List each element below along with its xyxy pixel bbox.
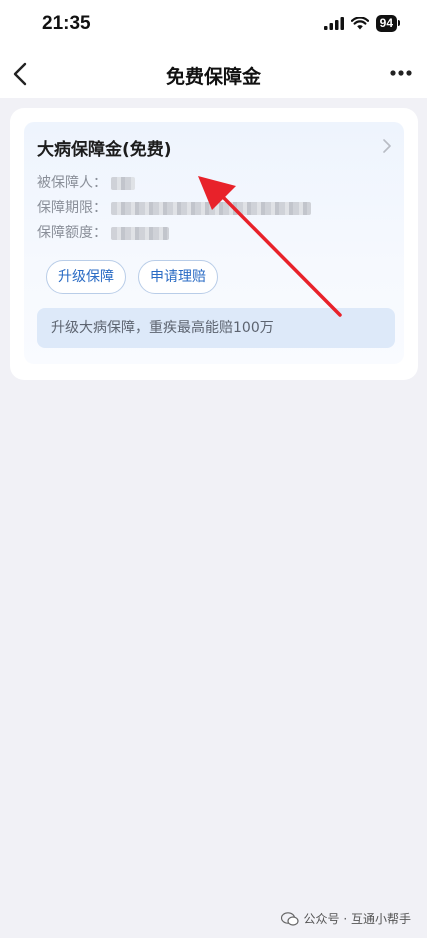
wifi-icon: [350, 17, 369, 30]
period-value-redacted: [111, 201, 312, 215]
claim-button[interactable]: 申请理赔: [138, 260, 218, 294]
amount-row: 保障额度：: [37, 222, 170, 242]
upgrade-banner[interactable]: 升级大病保障，重疾最高能赔100万: [37, 308, 395, 348]
more-icon[interactable]: [389, 66, 413, 80]
chevron-right-icon[interactable]: [382, 139, 392, 153]
status-bar: 21:35 94: [0, 0, 427, 50]
upgrade-button[interactable]: 升级保障: [46, 260, 126, 294]
status-icons: 94: [323, 15, 401, 32]
period-label: 保障期限：: [37, 200, 107, 216]
benefit-card-container: 大病保障金(免费) 被保障人： 保障期限： 保障额度： 升级保障 申请理赔 升级…: [10, 108, 418, 380]
watermark: 公众号 · 互通小帮手: [280, 910, 411, 927]
period-row: 保障期限：: [37, 197, 312, 217]
wechat-icon: [280, 911, 299, 926]
amount-label: 保障额度：: [37, 225, 107, 241]
insured-label: 被保障人：: [37, 175, 107, 191]
status-time: 21:35: [42, 13, 91, 34]
insured-value-redacted: [111, 176, 136, 190]
signal-icon: [323, 17, 344, 30]
amount-value-redacted: [111, 226, 170, 240]
battery-indicator: 94: [375, 15, 401, 32]
card-title: 大病保障金(免费): [37, 140, 172, 160]
page-title: 免费保障金: [165, 66, 261, 88]
benefit-card[interactable]: 大病保障金(免费) 被保障人： 保障期限： 保障额度： 升级保障 申请理赔 升级…: [24, 122, 404, 364]
insured-row: 被保障人：: [37, 172, 136, 192]
nav-bar: 免费保障金: [0, 50, 427, 98]
watermark-text: 公众号 · 互通小帮手: [303, 912, 411, 926]
